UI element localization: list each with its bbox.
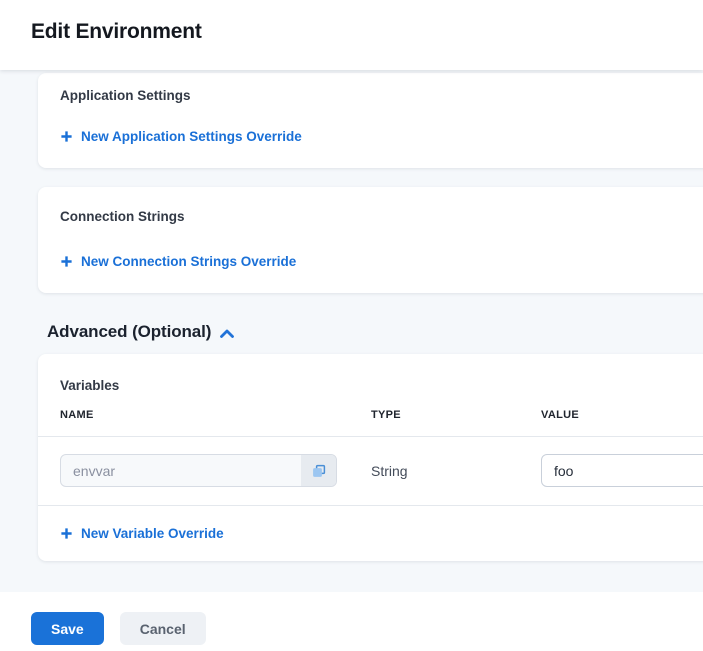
page-header: Edit Environment [0, 0, 703, 70]
content-area: Application Settings New Application Set… [0, 70, 703, 592]
application-settings-card: Application Settings New Application Set… [38, 73, 703, 168]
copy-icon [312, 464, 326, 478]
edit-environment-page: Edit Environment Application Settings Ne… [0, 0, 703, 651]
variable-type-cell: String [371, 463, 541, 479]
variables-link-row: New Variable Override [38, 506, 703, 545]
column-header-type: TYPE [371, 409, 541, 421]
variable-name-cell [60, 454, 371, 487]
variable-value-input[interactable] [541, 454, 703, 487]
new-application-settings-override-link[interactable]: New Application Settings Override [60, 129, 302, 144]
new-variable-override-label: New Variable Override [81, 526, 224, 541]
variables-card: Variables NAME TYPE VALUE [38, 354, 703, 561]
copy-button[interactable] [301, 455, 336, 486]
page-title: Edit Environment [0, 0, 703, 44]
variables-table-header: NAME TYPE VALUE [38, 409, 703, 437]
new-connection-strings-override-link[interactable]: New Connection Strings Override [60, 254, 296, 269]
plus-icon [60, 527, 73, 540]
plus-icon [60, 255, 73, 268]
save-button[interactable]: Save [31, 612, 104, 645]
plus-icon [60, 130, 73, 143]
application-settings-title: Application Settings [60, 88, 691, 103]
new-connection-strings-override-label: New Connection Strings Override [81, 254, 296, 269]
new-application-settings-override-label: New Application Settings Override [81, 129, 302, 144]
new-variable-override-link[interactable]: New Variable Override [60, 526, 224, 541]
footer-actions: Save Cancel [0, 592, 703, 651]
connection-strings-card: Connection Strings New Connection String… [38, 187, 703, 293]
variable-name-input-group [60, 454, 337, 487]
variables-title: Variables [38, 354, 703, 393]
column-header-value: VALUE [541, 409, 703, 421]
variable-row: String [38, 437, 703, 506]
advanced-section-label: Advanced (Optional) [47, 322, 211, 342]
variable-name-input[interactable] [61, 455, 301, 486]
cancel-button[interactable]: Cancel [120, 612, 206, 645]
column-header-name: NAME [60, 409, 371, 421]
variable-value-cell [541, 454, 703, 487]
connection-strings-title: Connection Strings [60, 209, 691, 224]
advanced-section-toggle[interactable]: Advanced (Optional) [47, 322, 234, 342]
chevron-up-icon [220, 329, 234, 338]
